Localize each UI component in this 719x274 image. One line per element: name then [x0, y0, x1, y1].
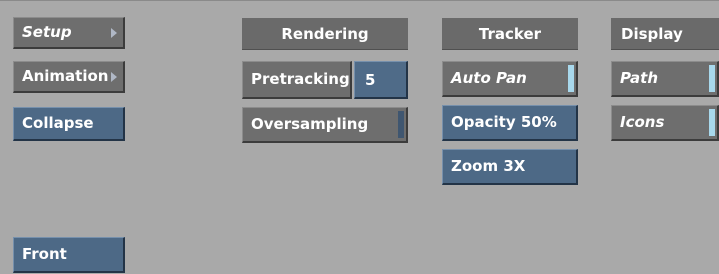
animation-menu-button[interactable]: Animation — [13, 61, 125, 93]
toggle-indicator-icon — [709, 65, 715, 92]
icons-label: Icons — [620, 113, 665, 131]
pretracking-button[interactable]: Pretracking — [242, 61, 352, 99]
display-header: Display — [611, 18, 719, 50]
tracker-header: Tracker — [442, 18, 578, 50]
zoom-label: Zoom 3X — [451, 157, 526, 175]
collapse-label: Collapse — [22, 114, 94, 132]
front-button[interactable]: Front — [13, 237, 125, 273]
submenu-arrow-icon — [111, 71, 117, 82]
front-label: Front — [22, 245, 67, 263]
zoom-button[interactable]: Zoom 3X — [442, 149, 578, 185]
toggle-indicator-icon — [709, 109, 715, 136]
rendering-header: Rendering — [242, 18, 408, 50]
tracker-settings-panel: Setup Animation Collapse Front Rendering… — [0, 0, 719, 274]
auto-pan-toggle[interactable]: Auto Pan — [442, 61, 578, 97]
toggle-indicator-icon — [398, 111, 404, 138]
oversampling-toggle[interactable]: Oversampling — [242, 107, 408, 143]
icons-toggle[interactable]: Icons — [611, 105, 719, 141]
oversampling-label: Oversampling — [251, 115, 369, 133]
submenu-arrow-icon — [111, 27, 117, 38]
pretracking-label: Pretracking — [251, 70, 350, 88]
collapse-button[interactable]: Collapse — [13, 107, 125, 141]
opacity-label: Opacity 50% — [451, 113, 557, 131]
setup-label: Setup — [22, 23, 72, 41]
path-toggle[interactable]: Path — [611, 61, 719, 97]
setup-menu-button[interactable]: Setup — [13, 17, 125, 49]
path-label: Path — [620, 69, 659, 87]
auto-pan-label: Auto Pan — [451, 69, 527, 87]
pretracking-value-field[interactable]: 5 — [354, 61, 408, 99]
opacity-button[interactable]: Opacity 50% — [442, 105, 578, 141]
toggle-indicator-icon — [568, 65, 574, 92]
animation-label: Animation — [22, 67, 109, 85]
